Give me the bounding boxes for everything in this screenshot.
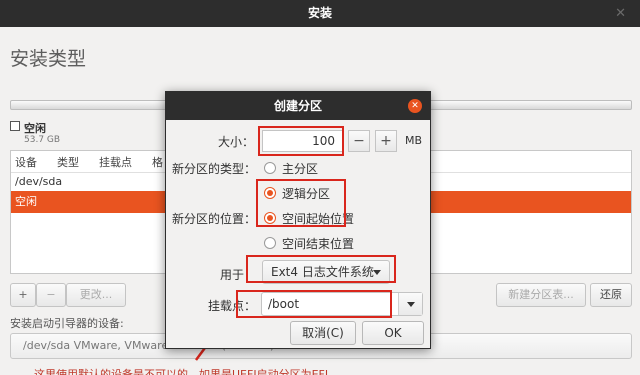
mount-point-combo[interactable]: /boot <box>261 292 423 316</box>
mount-point-label: 挂载点： <box>208 299 257 313</box>
create-partition-dialog: 创建分区 ✕ 大小： 100 − + MB 新分区的类型： 主分区 逻辑分区 新… <box>165 91 431 349</box>
window-titlebar: 安装 ✕ <box>0 0 640 27</box>
column-type[interactable]: 类型 <box>57 154 79 170</box>
location-start-radio[interactable] <box>264 212 276 224</box>
annotation-note: 这里使用默认的设备是不可以的，如果是UEFI启动分区为EFI... <box>34 368 339 375</box>
size-increment-button[interactable]: + <box>375 130 397 152</box>
free-space-size: 53.7 GB <box>24 135 61 145</box>
size-input[interactable]: 100 <box>262 130 344 152</box>
location-end-radio[interactable] <box>264 237 276 249</box>
column-mount[interactable]: 挂载点 <box>99 154 132 170</box>
primary-partition-radio[interactable] <box>264 162 276 174</box>
free-space-label: 空闲 <box>24 122 46 135</box>
page-title: 安装类型 <box>10 48 87 70</box>
mount-point-dropdown-button[interactable] <box>398 293 422 315</box>
column-device[interactable]: 设备 <box>15 154 37 170</box>
revert-button[interactable]: 还原 <box>590 283 632 307</box>
dialog-titlebar: 创建分区 ✕ <box>166 92 430 120</box>
add-partition-button[interactable]: + <box>10 283 36 307</box>
new-partition-table-button[interactable]: 新建分区表... <box>496 283 586 307</box>
logical-partition-radio[interactable] <box>264 187 276 199</box>
filesystem-value: Ext4 日志文件系统 <box>271 265 374 279</box>
mount-point-value[interactable]: /boot <box>268 297 299 311</box>
partition-type-label: 新分区的类型： <box>172 162 257 176</box>
change-partition-button[interactable]: 更改... <box>66 283 126 307</box>
use-as-label: 用于： <box>220 268 257 282</box>
bootloader-label: 安装启动引导器的设备: <box>10 317 124 330</box>
filesystem-select[interactable]: Ext4 日志文件系统 <box>262 260 390 284</box>
location-start-label[interactable]: 空间起始位置 <box>282 210 354 227</box>
size-label: 大小： <box>218 135 255 149</box>
ok-button[interactable]: OK <box>362 321 424 345</box>
cancel-button[interactable]: 取消(C) <box>290 321 356 345</box>
remove-partition-button[interactable]: − <box>36 283 66 307</box>
primary-partition-label[interactable]: 主分区 <box>282 160 318 177</box>
logical-partition-label[interactable]: 逻辑分区 <box>282 185 330 202</box>
partition-location-label: 新分区的位置： <box>172 212 257 226</box>
window-title: 安装 <box>307 6 332 20</box>
column-format[interactable]: 格 <box>152 154 163 170</box>
free-space-swatch <box>10 121 20 131</box>
window-close-icon[interactable]: ✕ <box>615 0 626 27</box>
size-decrement-button[interactable]: − <box>348 130 370 152</box>
dialog-close-icon[interactable]: ✕ <box>408 99 422 113</box>
chevron-down-icon <box>407 302 415 307</box>
location-end-label[interactable]: 空间结束位置 <box>282 235 354 252</box>
chevron-down-icon <box>373 270 381 275</box>
dialog-title: 创建分区 <box>273 99 322 113</box>
size-unit: MB <box>405 134 423 147</box>
